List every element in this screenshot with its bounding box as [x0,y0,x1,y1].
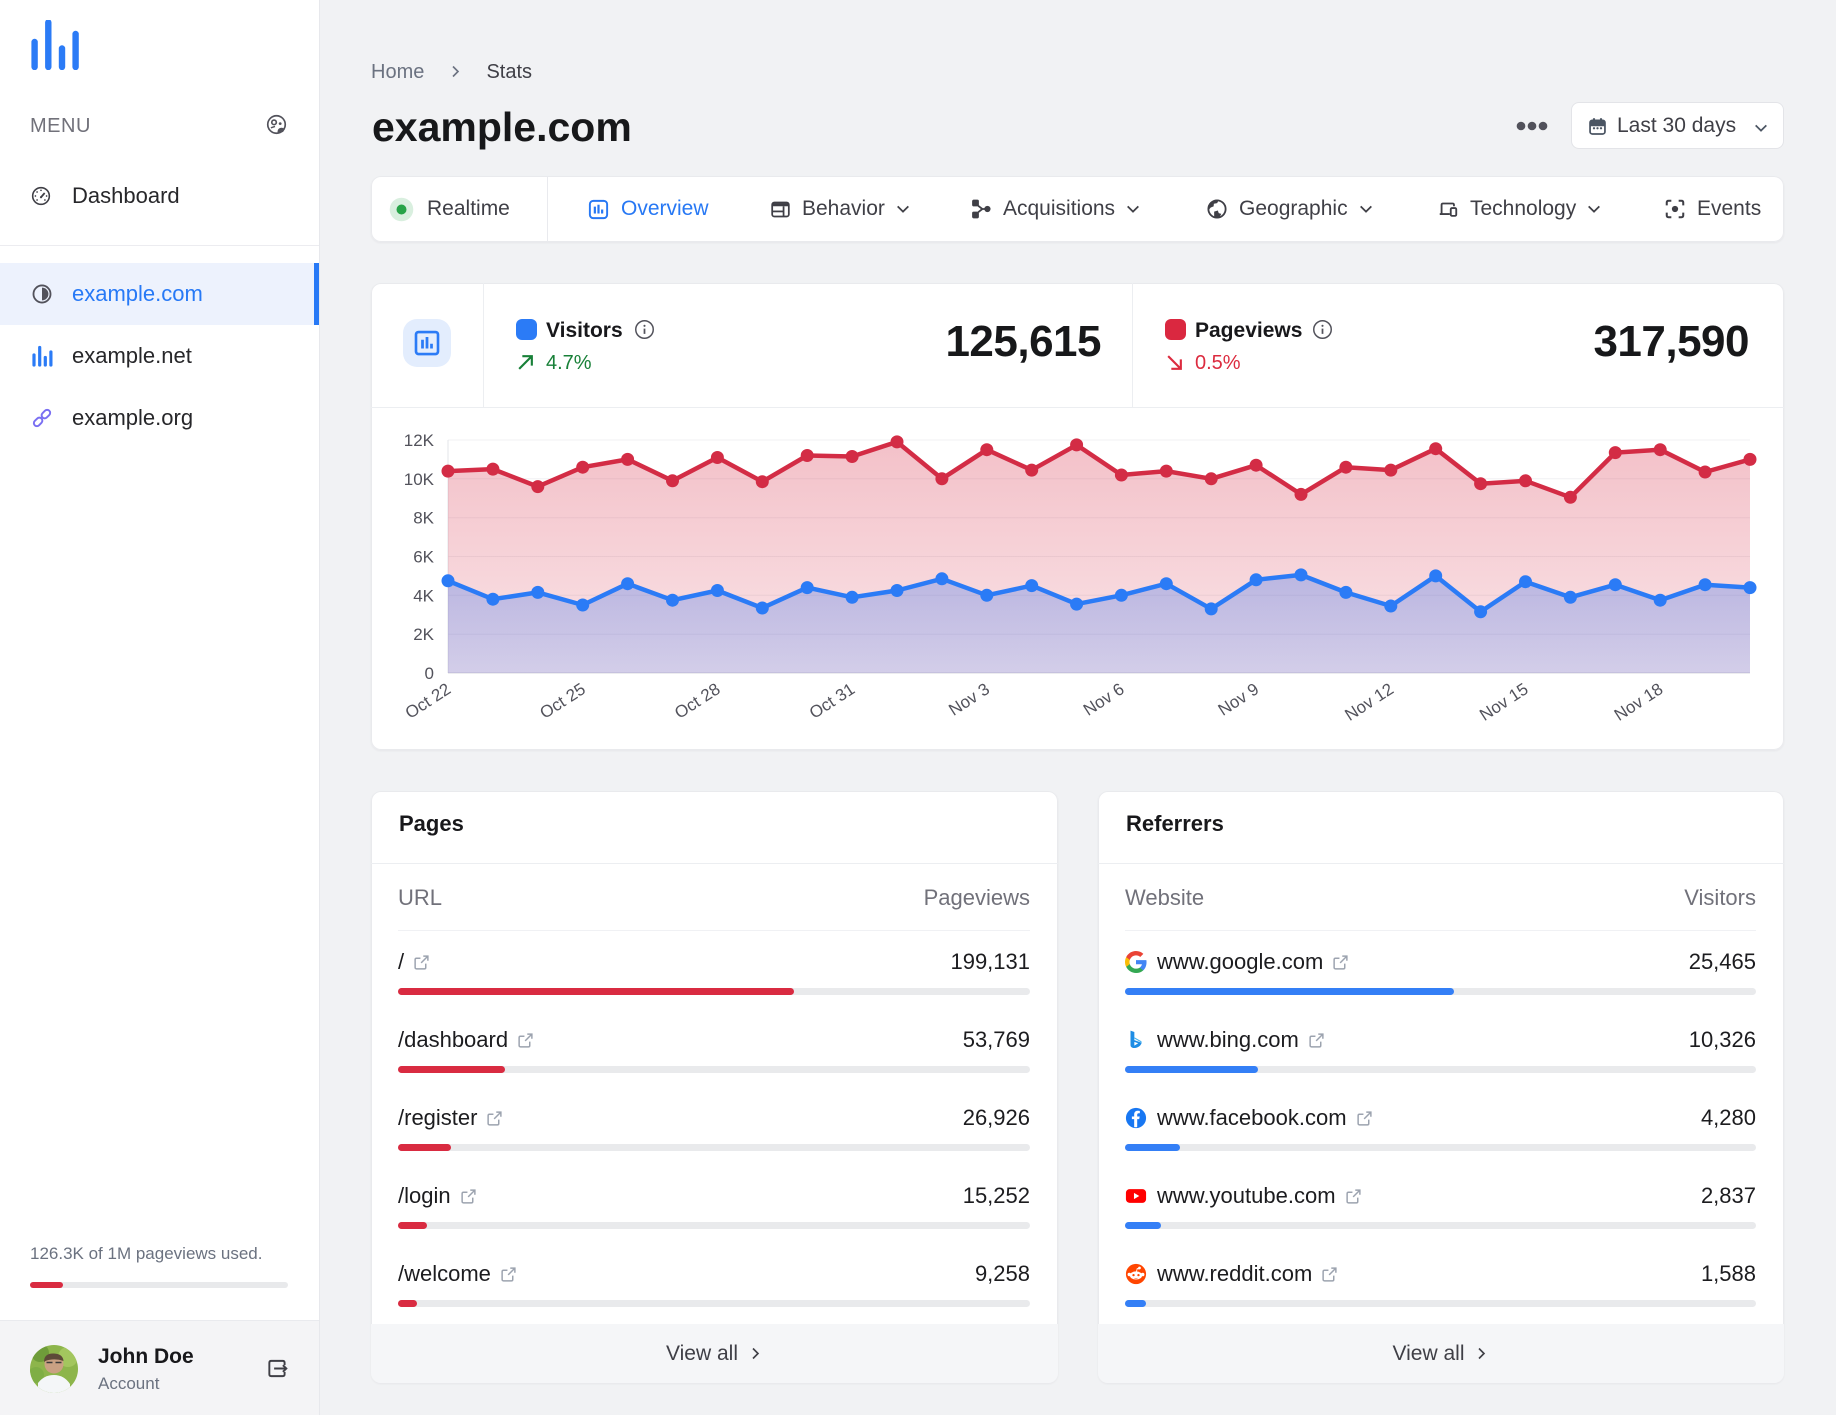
svg-text:10K: 10K [404,470,435,489]
svg-text:Oct 25: Oct 25 [537,679,589,722]
svg-text:Nov 3: Nov 3 [945,679,993,719]
svg-text:Oct 22: Oct 22 [402,679,454,722]
svg-text:8K: 8K [413,509,434,528]
svg-text:Nov 15: Nov 15 [1476,679,1532,724]
svg-text:Oct 31: Oct 31 [806,679,858,722]
svg-text:Nov 6: Nov 6 [1080,679,1128,719]
svg-text:6K: 6K [413,548,434,567]
svg-text:12K: 12K [404,431,435,450]
svg-text:Nov 12: Nov 12 [1341,679,1397,724]
svg-text:0: 0 [425,664,434,683]
svg-text:Nov 18: Nov 18 [1611,679,1667,724]
svg-text:Oct 28: Oct 28 [671,679,723,722]
svg-text:Nov 9: Nov 9 [1215,679,1263,719]
svg-text:4K: 4K [413,586,434,605]
svg-text:2K: 2K [413,625,434,644]
